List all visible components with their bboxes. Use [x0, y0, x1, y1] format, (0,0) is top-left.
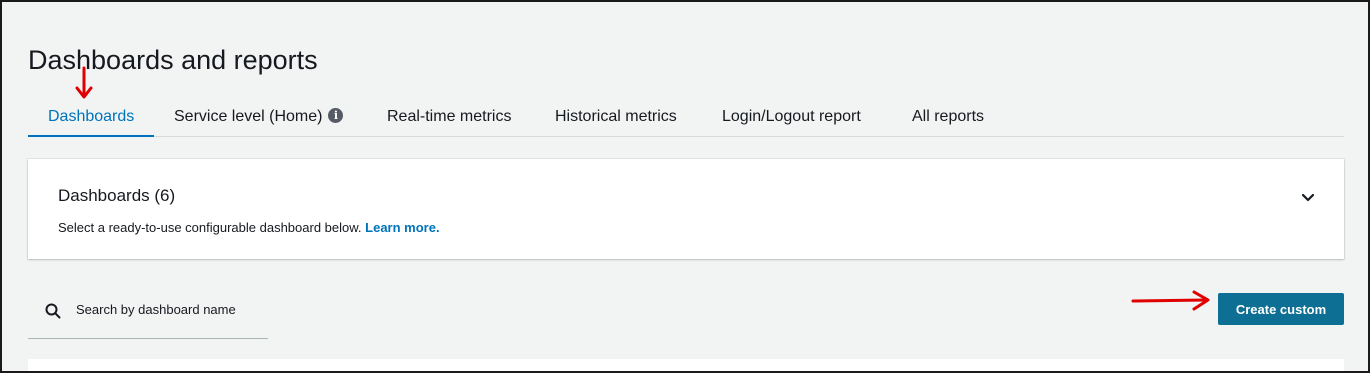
tab-real-time-metrics[interactable]: Real-time metrics — [387, 96, 511, 136]
create-custom-button[interactable]: Create custom — [1218, 293, 1344, 325]
info-icon[interactable]: i — [328, 108, 344, 124]
tab-label: Real-time metrics — [387, 108, 512, 125]
tab-all-reports[interactable]: All reports — [912, 96, 984, 136]
learn-more-link[interactable]: Learn more. — [365, 220, 439, 235]
panel-description: Select a ready-to-use configurable dashb… — [58, 220, 440, 235]
panel-description-text: Select a ready-to-use configurable dashb… — [58, 220, 362, 235]
tab-label: Login/Logout report — [722, 108, 861, 125]
tab-label: Historical metrics — [555, 108, 677, 125]
dashboards-panel: Dashboards (6) Select a ready-to-use con… — [28, 159, 1344, 259]
tab-historical-metrics[interactable]: Historical metrics — [555, 96, 677, 136]
tab-label: All reports — [912, 108, 985, 125]
active-tab-underline — [28, 135, 155, 137]
page-title: Dashboards and reports — [28, 45, 318, 76]
panel-title: Dashboards (6) — [58, 186, 176, 205]
red-arrow-icon — [1131, 290, 1210, 311]
search-field — [28, 288, 270, 339]
app-window: Dashboards and reports Dashboards Servic… — [0, 0, 1370, 373]
search-icon — [45, 303, 61, 319]
tab-service-level-home[interactable]: Service level (Home) i — [174, 96, 344, 136]
tab-label: Service level (Home) — [174, 108, 323, 125]
search-input[interactable] — [72, 296, 270, 322]
chevron-down-icon[interactable] — [1298, 187, 1318, 207]
dashboard-list-panel — [28, 359, 1344, 371]
tab-login-logout-report[interactable]: Login/Logout report — [722, 96, 861, 136]
tab-bar: Dashboards Service level (Home) i Real-ti… — [28, 96, 1344, 137]
tab-dashboards[interactable]: Dashboards — [28, 96, 155, 137]
tab-label: Dashboards — [48, 108, 135, 125]
